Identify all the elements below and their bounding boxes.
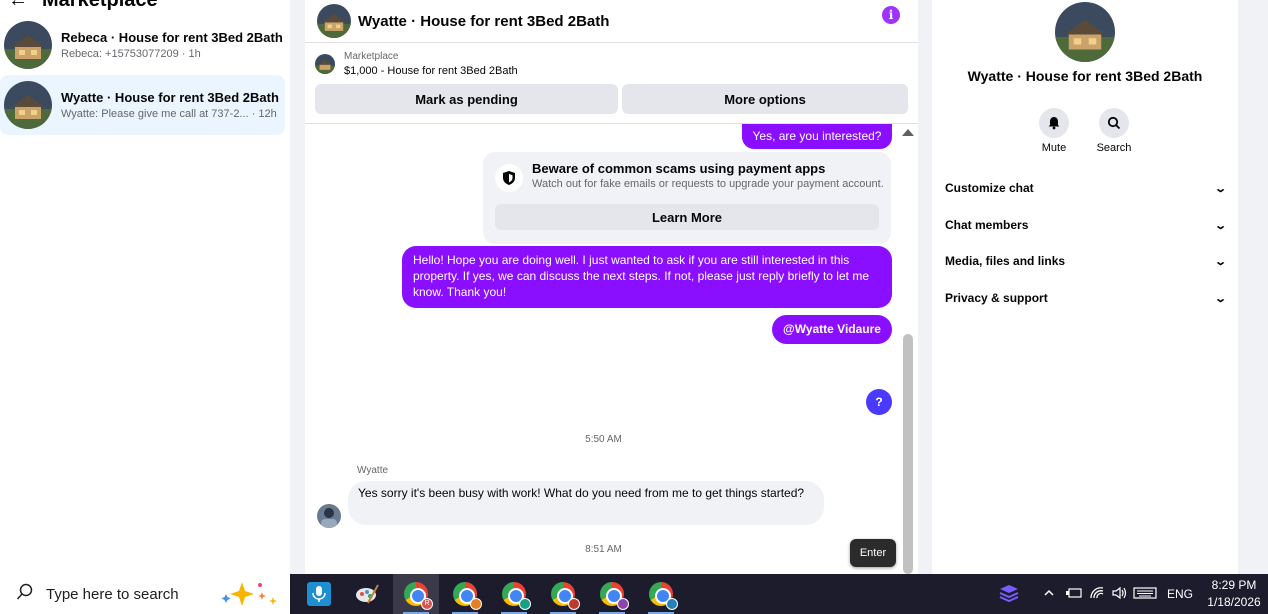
section-privacy-support[interactable]: Privacy & support ⌄ — [945, 288, 1227, 308]
mute-action[interactable]: Mute — [1024, 108, 1084, 154]
chevron-down-icon: ⌄ — [1213, 292, 1227, 305]
taskbar-search-placeholder: Type here to search — [46, 585, 179, 603]
section-chat-members[interactable]: Chat members ⌄ — [945, 215, 1227, 235]
search-label: Search — [1096, 142, 1132, 154]
message-timestamp: 8:51 AM — [585, 544, 622, 555]
app-window: ← Marketplace Rebeca · House for rent 3B… — [0, 0, 1268, 574]
chrome-icon — [502, 582, 531, 610]
outgoing-message: Yes, are you interested? — [742, 124, 892, 149]
conversation-preview: Rebeca: +15753077209 · 1h — [61, 48, 201, 60]
message-timestamp: 5:50 AM — [585, 434, 622, 445]
house-avatar — [4, 21, 52, 69]
scam-warning-card: Beware of common scams using payment app… — [483, 152, 891, 244]
section-label: Media, files and links — [945, 254, 1066, 268]
chrome-profile-icon[interactable]: R — [393, 574, 439, 614]
scam-warning-body: Watch out for fake emails or requests to… — [532, 178, 884, 190]
paint-app-icon[interactable] — [344, 574, 390, 614]
chrome-profile-icon[interactable] — [638, 574, 684, 614]
info-icon[interactable]: i — [882, 6, 900, 24]
incoming-message: Yes sorry it's been busy with work! What… — [348, 481, 824, 525]
chat-panel: Wyatte · House for rent 3Bed 2Bath i Mar… — [305, 0, 918, 574]
sidebar-header: ← Marketplace — [8, 0, 158, 12]
listing-banner: Marketplace $1,000 - House for rent 3Bed… — [305, 44, 918, 124]
system-tray: ENG — [1043, 574, 1193, 614]
learn-more-button[interactable]: Learn More — [495, 204, 879, 230]
back-arrow-icon[interactable]: ← — [8, 0, 28, 12]
conversation-item-wyatte[interactable]: Wyatte · House for rent 3Bed 2Bath Wyatt… — [0, 75, 285, 135]
search-icon — [16, 583, 34, 606]
chrome-profile-icon[interactable] — [442, 574, 488, 614]
battery-icon[interactable] — [1065, 586, 1089, 603]
sender-name: Wyatte — [357, 465, 389, 476]
taskbar-search-box[interactable]: Type here to search — [0, 574, 290, 614]
chrome-profile-icon[interactable] — [491, 574, 537, 614]
chevron-up-icon[interactable] — [1043, 587, 1059, 602]
message-list: Yes, are you interested? Beware of commo… — [305, 124, 918, 574]
clock-time: 8:29 PM — [1211, 578, 1257, 592]
scrollbar-thumb[interactable] — [903, 334, 913, 574]
conversation-item-rebeca[interactable]: Rebeca · House for rent 3Bed 2Bath Rebec… — [0, 15, 285, 75]
conversation-preview: Wyatte: Please give me call at 737-2... … — [61, 108, 277, 120]
keyboard-icon[interactable] — [1133, 586, 1163, 603]
outgoing-message: Hello! Hope you are doing well. I just w… — [402, 246, 892, 308]
details-title: Wyatte · House for rent 3Bed 2Bath — [967, 68, 1203, 84]
chat-details-panel: Wyatte · House for rent 3Bed 2Bath Mute … — [932, 0, 1238, 574]
chrome-icon: R — [404, 582, 433, 610]
search-action[interactable]: Search — [1084, 108, 1144, 154]
scam-warning-title: Beware of common scams using payment app… — [532, 161, 826, 176]
house-avatar[interactable] — [317, 4, 351, 38]
chevron-down-icon: ⌄ — [1213, 182, 1227, 195]
more-options-button[interactable]: More options — [622, 84, 908, 114]
language-indicator[interactable]: ENG — [1167, 587, 1193, 601]
chevron-down-icon: ⌄ — [1213, 255, 1227, 268]
volume-icon[interactable] — [1111, 586, 1133, 603]
chrome-icon — [600, 582, 629, 610]
listing-source-label: Marketplace — [344, 51, 399, 62]
chrome-icon — [453, 582, 482, 610]
message-scrollbar[interactable] — [902, 124, 916, 574]
sidebar-title: Marketplace — [42, 0, 158, 12]
conversation-name: Wyatte · House for rent 3Bed 2Bath — [61, 90, 279, 105]
listing-price-title[interactable]: $1,000 - House for rent 3Bed 2Bath — [344, 65, 518, 77]
search-icon[interactable] — [1099, 108, 1129, 138]
sender-avatar[interactable] — [317, 504, 341, 528]
wifi-icon[interactable] — [1089, 586, 1111, 603]
shield-icon — [495, 164, 523, 192]
house-avatar — [1055, 2, 1115, 62]
voice-access-icon[interactable] — [296, 574, 342, 614]
house-avatar — [4, 81, 52, 129]
conversation-sidebar: ← Marketplace Rebeca · House for rent 3B… — [0, 0, 290, 574]
section-label: Privacy & support — [945, 291, 1048, 305]
chrome-icon — [649, 582, 678, 610]
chrome-icon — [551, 582, 580, 610]
chevron-down-icon: ⌄ — [1213, 219, 1227, 232]
chrome-profile-icon[interactable] — [540, 574, 586, 614]
section-label: Chat members — [945, 218, 1029, 232]
bell-icon[interactable] — [1039, 108, 1069, 138]
listing-thumbnail[interactable] — [315, 54, 335, 74]
sparkle-icon[interactable] — [218, 580, 282, 613]
chrome-profile-icon[interactable] — [589, 574, 635, 614]
clock-date: 1/18/2026 — [1207, 595, 1261, 609]
chat-header: Wyatte · House for rent 3Bed 2Bath i — [305, 0, 918, 43]
mention-message[interactable]: @Wyatte Vidaure — [772, 315, 892, 344]
enter-tooltip: Enter — [850, 539, 896, 567]
chat-title[interactable]: Wyatte · House for rent 3Bed 2Bath — [358, 13, 609, 30]
taskbar-clock[interactable]: 8:29 PM 1/18/2026 — [1206, 577, 1262, 611]
scroll-up-arrow-icon[interactable] — [902, 129, 914, 136]
section-customize-chat[interactable]: Customize chat ⌄ — [945, 178, 1227, 198]
section-media-files-links[interactable]: Media, files and links ⌄ — [945, 251, 1227, 271]
mute-label: Mute — [1041, 142, 1067, 154]
stack-app-icon[interactable] — [986, 574, 1032, 614]
mark-as-pending-button[interactable]: Mark as pending — [315, 84, 618, 114]
windows-taskbar: Type here to search R ENG 8:29 PM 1/18/2… — [0, 574, 1268, 614]
conversation-name: Rebeca · House for rent 3Bed 2Bath — [61, 30, 283, 45]
help-bubble[interactable]: ? — [866, 389, 892, 415]
section-label: Customize chat — [945, 181, 1034, 195]
